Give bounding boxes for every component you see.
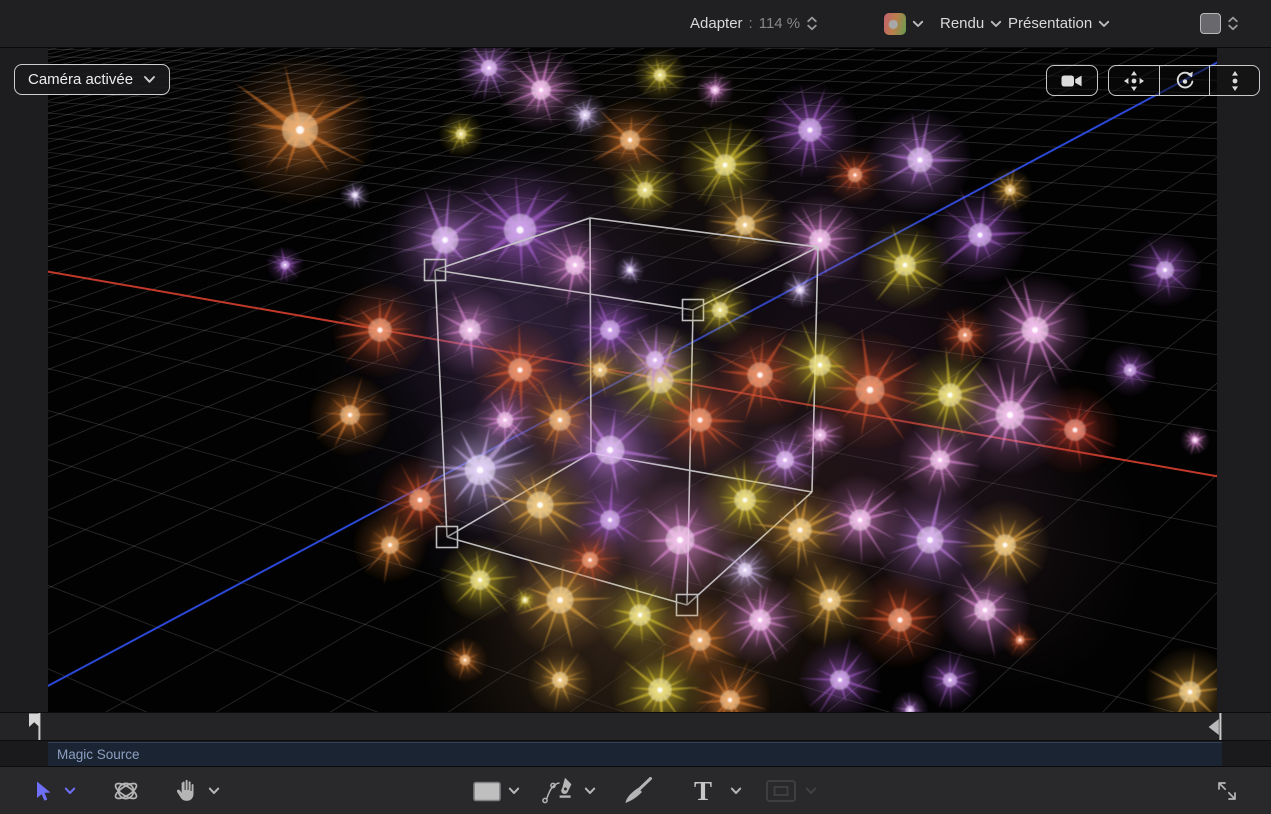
color-channels-menu[interactable] <box>884 0 924 47</box>
pan-view-button[interactable] <box>1109 66 1159 95</box>
hand-tool-menu[interactable] <box>208 767 220 814</box>
chevron-down-icon <box>64 787 76 795</box>
timeline-in-marker-icon[interactable] <box>27 713 47 741</box>
hand-tool-button[interactable] <box>174 767 197 814</box>
chevron-down-icon <box>805 787 817 795</box>
camera-move-tools <box>1108 65 1260 96</box>
chevron-down-icon <box>990 20 1002 28</box>
top-toolbar: Adapter : 114 % Rendu Présentation <box>0 0 1271 48</box>
zoom-level-control[interactable]: Adapter : 114 % <box>690 0 818 47</box>
pan-view-icon <box>1123 70 1145 92</box>
rectangle-tool-button[interactable] <box>473 767 501 814</box>
layout-swatch-icon <box>1200 13 1221 34</box>
dolly-view-button[interactable] <box>1209 66 1259 95</box>
track-label: Magic Source <box>48 747 140 762</box>
view-menu[interactable]: Présentation <box>1008 0 1110 47</box>
orbit-view-icon <box>1174 70 1196 92</box>
motion-window: Adapter : 114 % Rendu Présentation <box>0 0 1271 814</box>
canvas-scene[interactable] <box>48 48 1217 712</box>
text-tool-menu[interactable] <box>730 767 742 814</box>
camera-active-button[interactable]: Caméra activée <box>14 64 170 95</box>
render-menu-label: Rendu <box>940 15 984 32</box>
text-tool-glyph: T <box>694 776 712 807</box>
canvas-left-gutter <box>0 48 48 712</box>
timeline-out-marker-icon[interactable] <box>1206 713 1226 741</box>
cube-corner-handle <box>425 260 446 281</box>
render-menu[interactable]: Rendu <box>940 0 1002 47</box>
window-layout-control[interactable] <box>1200 0 1239 47</box>
view-menu-label: Présentation <box>1008 15 1092 32</box>
resize-diagonal-icon <box>1213 777 1241 805</box>
camera-view-button[interactable] <box>1046 65 1098 96</box>
zoom-mode-label: Adapter <box>690 15 743 32</box>
camera-icon <box>1061 74 1083 88</box>
select-arrow-icon <box>34 781 52 802</box>
resize-timing-button[interactable] <box>1213 767 1241 814</box>
chevron-down-icon <box>912 20 924 28</box>
mini-timeline-track-row: Magic Source <box>0 740 1271 766</box>
bezier-tool-button[interactable] <box>541 767 577 814</box>
bottom-toolbar: T <box>0 766 1271 814</box>
stepper-icon <box>1227 15 1239 32</box>
canvas-right-gutter <box>1217 48 1271 712</box>
image-mask-tool-icon <box>766 780 796 802</box>
bezier-tool-menu[interactable] <box>584 767 596 814</box>
chevron-down-icon <box>584 787 596 795</box>
brush-tool-button[interactable] <box>622 767 654 814</box>
chevron-down-icon <box>1098 20 1110 28</box>
timeline-track-bar[interactable]: Magic Source <box>48 742 1222 766</box>
camera-active-label: Caméra activée <box>28 71 133 88</box>
rectangle-tool-icon <box>473 781 501 802</box>
select-tool-menu[interactable] <box>64 767 76 814</box>
chevron-down-icon <box>208 787 220 795</box>
view-tools-group <box>1046 65 1260 96</box>
orbit-3d-tool-icon <box>112 777 140 805</box>
rectangle-tool-menu[interactable] <box>508 767 520 814</box>
stepper-icon[interactable] <box>806 15 818 32</box>
bezier-tool-icon <box>541 777 577 805</box>
image-mask-tool-menu[interactable] <box>805 767 817 814</box>
hand-tool-icon <box>174 779 197 803</box>
mini-timeline-ruler[interactable] <box>0 712 1271 740</box>
select-tool-button[interactable] <box>34 767 52 814</box>
image-mask-tool-button[interactable] <box>766 767 796 814</box>
chevron-down-icon <box>508 787 520 795</box>
orbit-3d-tool-button[interactable] <box>112 767 140 814</box>
chevron-down-icon <box>143 75 156 84</box>
text-tool-button[interactable]: T <box>694 767 712 814</box>
canvas-viewport[interactable] <box>48 48 1217 712</box>
chevron-down-icon <box>730 787 742 795</box>
zoom-value: 114 % <box>759 15 800 32</box>
color-channels-swatch-icon <box>884 13 906 35</box>
brush-tool-icon <box>622 777 654 805</box>
orbit-view-button[interactable] <box>1159 66 1209 95</box>
dolly-view-icon <box>1228 70 1242 92</box>
zoom-separator: : <box>749 15 753 32</box>
